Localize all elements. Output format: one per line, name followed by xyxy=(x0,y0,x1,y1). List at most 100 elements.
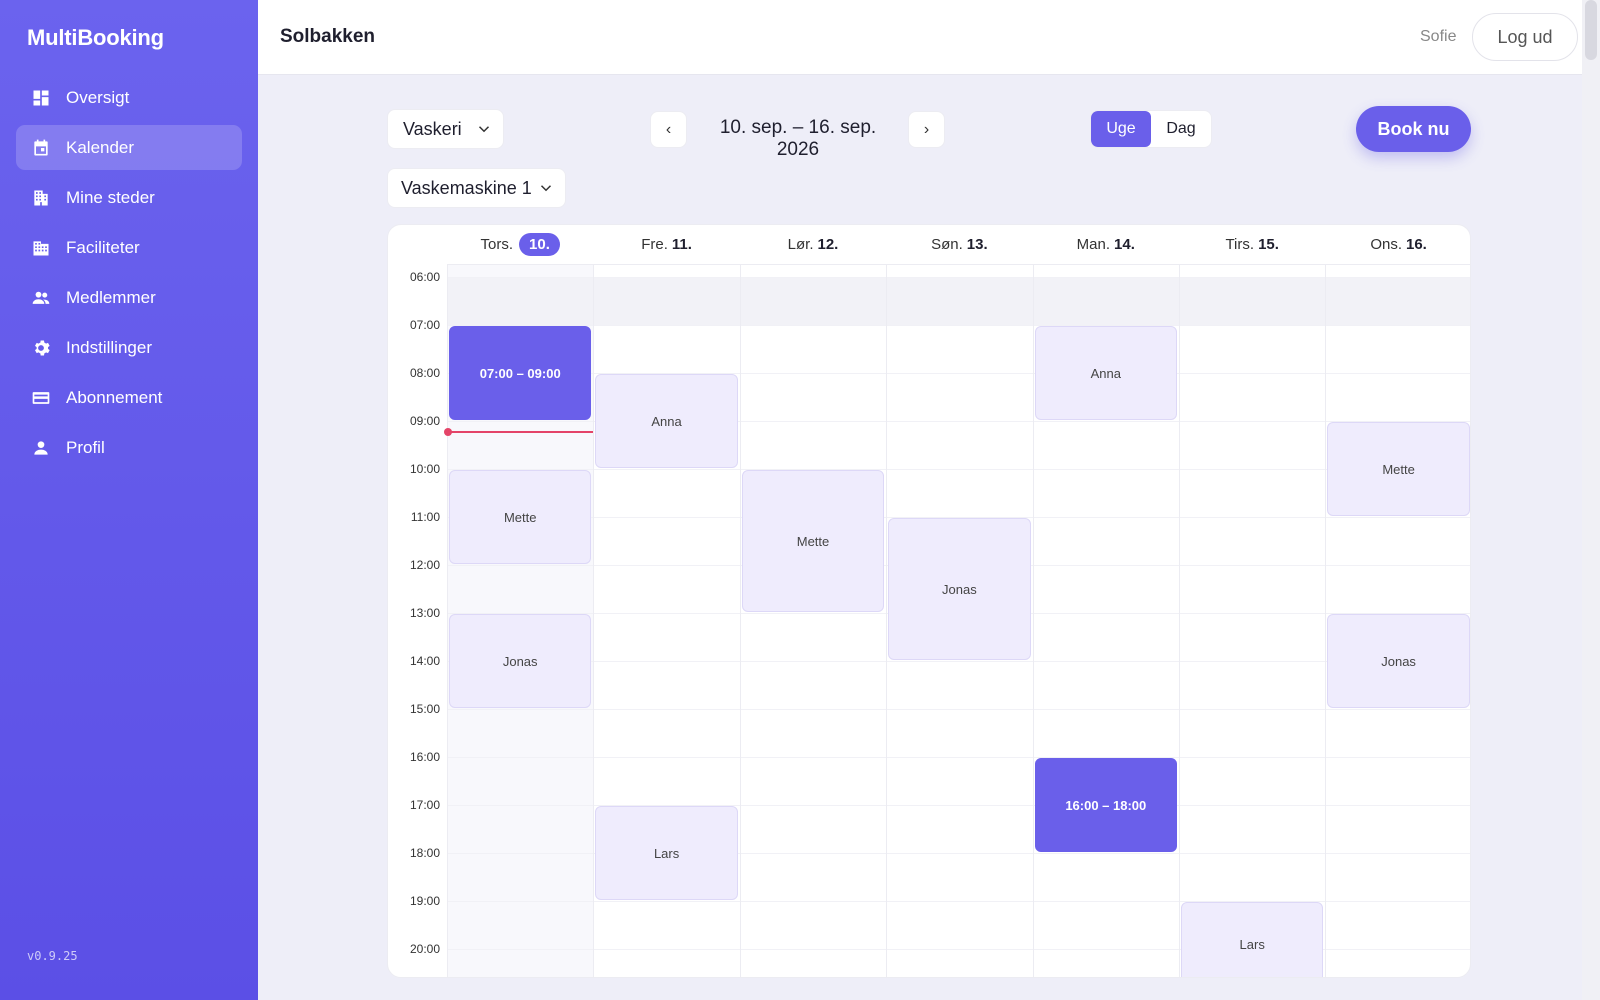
sidebar: MultiBooking Oversigt Kalender Mine steder… xyxy=(0,0,258,1000)
previous-week-button[interactable]: ‹ xyxy=(650,111,687,148)
time-label: 17:00 xyxy=(409,798,440,812)
logout-button[interactable]: Log ud xyxy=(1472,13,1578,61)
day-name: Man. xyxy=(1076,236,1111,253)
unit-select-value: Vaskemaskine 1 xyxy=(401,177,532,198)
day-name: Ons. xyxy=(1370,236,1402,253)
current-time-dot xyxy=(444,427,452,436)
day-column-divider xyxy=(739,265,741,977)
booking-block[interactable]: Lars xyxy=(1181,902,1324,977)
time-label: 07:00 xyxy=(409,318,440,332)
time-label: 16:00 xyxy=(409,750,440,764)
brand-logo[interactable]: MultiBooking xyxy=(27,25,164,51)
booking-block[interactable]: Mette xyxy=(741,470,885,612)
sidebar-nav: Oversigt Kalender Mine steder Faciliteter Me… xyxy=(16,75,242,475)
time-label: 13:00 xyxy=(409,606,440,620)
day-name: Fre. xyxy=(641,236,668,253)
day-header[interactable]: Søn. 13. xyxy=(886,225,1033,265)
sidebar-item-profil[interactable]: Profil xyxy=(16,425,242,470)
booking-label: Mette xyxy=(796,533,830,549)
today-badge: 10. xyxy=(519,233,560,256)
day-header[interactable]: Fre. 11. xyxy=(593,225,740,265)
booking-label: Jonas xyxy=(1381,653,1416,669)
day-column-divider xyxy=(1325,265,1327,977)
chevron-left-icon: ‹ xyxy=(665,120,672,138)
hour-gridline xyxy=(447,661,1470,662)
person-icon xyxy=(30,437,52,459)
view-day-button[interactable]: Dag xyxy=(1151,111,1211,147)
view-week-button[interactable]: Uge xyxy=(1091,111,1151,147)
booking-block[interactable]: Lars xyxy=(595,806,738,900)
dashboard-icon xyxy=(30,87,52,109)
time-label: 08:00 xyxy=(409,366,440,380)
day-column-divider xyxy=(447,265,448,977)
sidebar-item-label: Medlemmer xyxy=(66,287,156,307)
sidebar-item-label: Oversigt xyxy=(66,87,130,107)
day-name: Tirs. xyxy=(1225,236,1255,253)
time-label: 15:00 xyxy=(409,702,440,716)
calendar-icon xyxy=(30,137,52,159)
day-header[interactable]: Ons. 16. xyxy=(1325,225,1470,265)
credit-card-icon xyxy=(30,387,52,409)
sidebar-item-label: Abonnement xyxy=(66,387,163,407)
hour-gridline xyxy=(447,709,1470,710)
day-number: 13. xyxy=(966,236,988,253)
day-number: 11. xyxy=(671,236,692,253)
page-scrollbar-thumb[interactable] xyxy=(1585,0,1597,60)
sidebar-item-oversigt[interactable]: Oversigt xyxy=(16,75,242,120)
next-week-button[interactable]: › xyxy=(908,111,945,148)
version-label: v0.9.25 xyxy=(27,949,78,963)
time-label: 06:00 xyxy=(409,270,440,284)
day-number: 14. xyxy=(1114,236,1135,253)
my-booking[interactable]: 07:00 – 09:00 xyxy=(449,326,592,420)
book-now-button[interactable]: Book nu xyxy=(1356,106,1471,152)
booking-label: Jonas xyxy=(942,581,977,597)
sidebar-item-label: Faciliteter xyxy=(66,237,140,257)
building-icon xyxy=(30,187,52,209)
facility-select[interactable]: Vaskeri xyxy=(387,109,504,149)
page-title: Solbakken xyxy=(280,26,376,47)
sidebar-item-abonnement[interactable]: Abonnement xyxy=(16,375,242,420)
sidebar-item-medlemmer[interactable]: Medlemmer xyxy=(16,275,242,320)
day-name: Lør. xyxy=(787,236,814,253)
sidebar-item-mine-steder[interactable]: Mine steder xyxy=(16,175,242,220)
booking-block[interactable]: Jonas xyxy=(1327,614,1470,708)
day-number: 12. xyxy=(817,236,839,253)
day-header[interactable]: Tirs. 15. xyxy=(1179,225,1326,265)
booking-label: 16:00 – 18:00 xyxy=(1065,797,1147,813)
time-label: 10:00 xyxy=(409,462,440,476)
booking-block[interactable]: Mette xyxy=(1327,422,1470,516)
booking-block[interactable]: Jonas xyxy=(449,614,592,708)
booking-label: Anna xyxy=(651,413,682,429)
sidebar-item-faciliteter[interactable]: Faciliteter xyxy=(16,225,242,270)
chevron-down-icon xyxy=(537,179,555,197)
day-header[interactable]: Tors. 10. xyxy=(447,225,594,265)
page-scrollbar[interactable] xyxy=(1582,0,1600,1000)
sidebar-item-kalender[interactable]: Kalender xyxy=(16,125,242,170)
booking-block[interactable]: Jonas xyxy=(888,518,1031,660)
sidebar-item-indstillinger[interactable]: Indstillinger xyxy=(16,325,242,370)
booking-label: Jonas xyxy=(502,653,538,669)
booking-block[interactable]: Mette xyxy=(449,470,592,564)
sidebar-item-label: Indstillinger xyxy=(66,337,152,357)
booking-label: Anna xyxy=(1090,365,1121,381)
facility-select-value: Vaskeri xyxy=(403,118,462,139)
day-name: Søn. xyxy=(931,236,963,253)
user-name: Sofie xyxy=(1420,28,1457,45)
week-calendar: Tors. 10. Fre. 11. Lør. 12. Søn. 13. Man. 14. Tirs… xyxy=(387,224,1471,978)
time-label: 18:00 xyxy=(409,846,440,860)
day-column-divider xyxy=(1032,265,1034,977)
unit-select[interactable]: Vaskemaskine 1 xyxy=(387,168,566,208)
topbar: Solbakken Sofie Log ud xyxy=(258,0,1600,75)
time-label: 09:00 xyxy=(409,414,440,428)
hour-gridline xyxy=(447,469,1470,470)
day-name: Tors. xyxy=(480,236,514,253)
day-header[interactable]: Lør. 12. xyxy=(739,225,887,265)
chevron-right-icon: › xyxy=(923,120,930,138)
booking-block[interactable]: Anna xyxy=(595,374,738,468)
people-icon xyxy=(30,287,52,309)
time-label: 11:00 xyxy=(410,510,440,524)
booking-block[interactable]: Anna xyxy=(1034,326,1177,420)
time-label: 20:00 xyxy=(409,942,440,956)
day-header[interactable]: Man. 14. xyxy=(1032,225,1179,265)
my-booking[interactable]: 16:00 – 18:00 xyxy=(1034,758,1177,852)
